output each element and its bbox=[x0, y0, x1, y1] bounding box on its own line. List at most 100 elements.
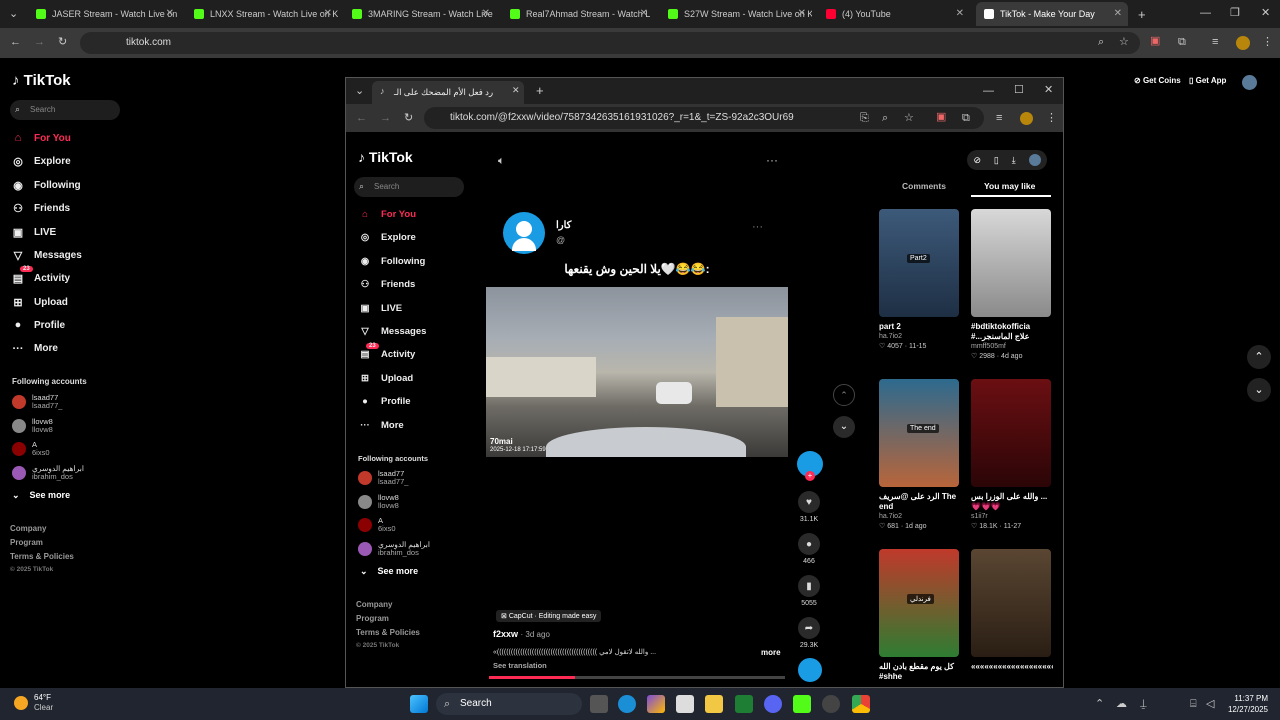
inner-zoom-icon[interactable]: ⌕ bbox=[882, 113, 888, 124]
edge-icon[interactable] bbox=[618, 695, 636, 713]
following-account[interactable]: llovw8 llovw8 bbox=[358, 493, 399, 510]
inner-forward-icon[interactable]: → bbox=[380, 113, 391, 124]
following-account[interactable]: A 6ixs0 bbox=[12, 441, 50, 457]
inner-media-icon[interactable]: ≡ bbox=[996, 113, 1002, 124]
recommended-video-thumb[interactable] bbox=[971, 209, 1051, 317]
tab-comments[interactable]: Comments bbox=[902, 181, 946, 191]
tab-close-icon[interactable]: ✕ bbox=[956, 8, 964, 19]
minimize-icon[interactable]: — bbox=[1200, 8, 1211, 19]
search-input[interactable]: Search bbox=[10, 100, 120, 120]
onedrive-icon[interactable]: ☁︎ bbox=[1116, 699, 1127, 710]
user-avatar[interactable] bbox=[1242, 75, 1257, 90]
nav-item-for-you[interactable]: ⌂ For You bbox=[358, 209, 416, 220]
capcut-badge[interactable]: ⊠ CapCut · Editing made easy bbox=[496, 610, 602, 622]
save-button[interactable]: ▮ 5055 bbox=[796, 575, 822, 607]
browser-tab[interactable]: S27W Stream - Watch Live on K ✕ bbox=[660, 2, 812, 26]
taskbar-search[interactable]: Search bbox=[436, 693, 582, 715]
nav-item-activity[interactable]: ▤ Activity 23 bbox=[12, 266, 70, 285]
inner-extension-icon[interactable]: ▣ bbox=[936, 112, 946, 123]
speaker-icon[interactable]: ◁ bbox=[1206, 699, 1214, 710]
browser-tab[interactable]: Real7Ahmad Stream - Watch L ✕ bbox=[502, 2, 654, 26]
more-options-icon[interactable]: ··· bbox=[766, 154, 778, 166]
new-tab-icon[interactable]: + bbox=[1138, 8, 1146, 21]
following-account[interactable]: lsaad77 lsaad77_ bbox=[358, 470, 408, 486]
inner-url-field[interactable]: tiktok.com/@f2xxw/video/7587342635161931… bbox=[424, 107, 984, 129]
tab-close-icon[interactable]: ✕ bbox=[166, 8, 174, 19]
close-window-icon[interactable]: ✕ bbox=[1261, 8, 1270, 19]
recommended-video-thumb[interactable]: فرندلي bbox=[879, 549, 959, 657]
kick-icon[interactable] bbox=[793, 695, 811, 713]
extensions-icon[interactable]: ⧉ bbox=[1178, 37, 1186, 48]
footer-link[interactable]: Company bbox=[10, 524, 46, 533]
nav-item-upload[interactable]: ⊞ Upload bbox=[12, 296, 68, 309]
footer-link[interactable]: Terms & Policies bbox=[10, 552, 74, 561]
nav-item-activity[interactable]: ▤ Activity 23 bbox=[358, 343, 415, 360]
recommended-video-thumb[interactable] bbox=[971, 549, 1051, 657]
inner-see-more-button[interactable]: ⌄ See more bbox=[360, 566, 418, 577]
chrome-icon[interactable] bbox=[852, 695, 870, 713]
tab-close-icon[interactable]: ✕ bbox=[640, 8, 648, 19]
nav-item-upload[interactable]: ⊞ Upload bbox=[358, 373, 413, 384]
download-icon[interactable]: ⤓ bbox=[1012, 155, 1016, 166]
nav-item-messages[interactable]: ▽ Messages bbox=[12, 249, 82, 262]
next-video-button[interactable]: ⌄ bbox=[1247, 378, 1271, 402]
settings-icon[interactable] bbox=[822, 695, 840, 713]
windows-start-icon[interactable] bbox=[410, 695, 428, 713]
recommended-video-meta[interactable]: والله على الوزرا بس ...💗💗💗 s1ii7r ♡ 18.1K … bbox=[971, 492, 1053, 532]
inner-search-input[interactable]: Search bbox=[354, 177, 464, 197]
progress-track[interactable] bbox=[489, 676, 785, 679]
recommended-video-meta[interactable]: كل يوم مقطع بادن الله #shhe bbox=[879, 662, 961, 682]
following-account[interactable]: ابراهيم الدوسري ibrahim_dos bbox=[12, 464, 84, 481]
tab-you-may-like[interactable]: You may like bbox=[984, 181, 1035, 191]
browser-tab[interactable]: TikTok - Make Your Day ✕ bbox=[976, 2, 1128, 26]
inner-close-icon[interactable]: ✕ bbox=[1044, 85, 1053, 96]
recommended-video-thumb[interactable] bbox=[971, 379, 1051, 487]
tab-close-icon[interactable]: ✕ bbox=[324, 8, 332, 19]
zoom-icon[interactable]: ⌕ bbox=[1098, 37, 1104, 48]
recommended-video-meta[interactable]: #bdtiktokofficia #...علاج الماسنجر mmff50… bbox=[971, 322, 1053, 362]
post-username[interactable]: كارا bbox=[556, 220, 571, 231]
copilot-icon[interactable] bbox=[647, 695, 665, 713]
inner-tiktok-logo[interactable]: ♪ TikTok bbox=[358, 149, 413, 165]
see-translation-link[interactable]: See translation bbox=[493, 661, 547, 670]
app-icon[interactable]: ▯ bbox=[994, 155, 999, 166]
nav-item-more[interactable]: ··· More bbox=[358, 420, 403, 431]
get-app-button[interactable]: ▯ Get App bbox=[1189, 76, 1226, 85]
tab-close-icon[interactable]: ✕ bbox=[1114, 8, 1122, 19]
tab-close-icon[interactable]: ✕ bbox=[798, 8, 806, 19]
nav-item-explore[interactable]: ◎ Explore bbox=[12, 155, 71, 168]
recommended-video-meta[interactable]: part 2 ha.7io2 ♡ 4057 · 11-15 bbox=[879, 322, 961, 352]
browser-tab[interactable]: JASER Stream - Watch Live on K ✕ bbox=[28, 2, 180, 26]
nav-item-following[interactable]: ◉ Following bbox=[358, 256, 425, 267]
coins-icon[interactable]: ⊘ bbox=[973, 155, 981, 166]
follow-plus-icon[interactable]: + bbox=[805, 471, 815, 481]
nav-item-for-you[interactable]: ⌂ For You bbox=[12, 132, 71, 144]
nav-item-explore[interactable]: ◎ Explore bbox=[358, 232, 416, 243]
recommended-video-thumb[interactable]: The end bbox=[879, 379, 959, 487]
footer-link[interactable]: Terms & Policies bbox=[356, 628, 420, 637]
scroll-up-button[interactable]: ⌃ bbox=[833, 384, 855, 406]
tab-close-icon[interactable]: ✕ bbox=[482, 8, 490, 19]
extension-icon[interactable]: ▣ bbox=[1150, 36, 1160, 47]
inner-tab-close-icon[interactable]: ✕ bbox=[512, 86, 520, 95]
nav-item-more[interactable]: ··· More bbox=[12, 343, 58, 355]
inner-star-icon[interactable]: ☆ bbox=[904, 113, 914, 124]
task-view-icon[interactable] bbox=[590, 695, 608, 713]
footer-link[interactable]: Program bbox=[356, 614, 389, 623]
video-player[interactable]: 70mai 2025-12-18 17:17:59 bbox=[486, 287, 788, 457]
sound-disc[interactable] bbox=[798, 658, 822, 682]
nav-item-following[interactable]: ◉ Following bbox=[12, 179, 80, 192]
url-field[interactable]: tiktok.com bbox=[80, 32, 1140, 54]
get-coins-button[interactable]: ⊘ Get Coins bbox=[1134, 76, 1181, 85]
tiktok-logo[interactable]: ♪ TikTok bbox=[12, 72, 71, 89]
inner-tab-active[interactable]: رد فعل الأم المضحك على الـ bbox=[372, 81, 524, 104]
profile-avatar[interactable] bbox=[1236, 36, 1250, 50]
post-avatar[interactable] bbox=[503, 212, 545, 254]
nav-item-friends[interactable]: ⚇ Friends bbox=[358, 279, 416, 290]
nav-item-profile[interactable]: ● Profile bbox=[12, 319, 65, 331]
inner-back-icon[interactable]: ← bbox=[356, 113, 367, 124]
following-account[interactable]: A 6ixs0 bbox=[358, 517, 396, 533]
nav-item-messages[interactable]: ▽ Messages bbox=[358, 326, 426, 337]
inner-tab-search-icon[interactable]: ⌄ bbox=[355, 86, 364, 97]
weather-widget[interactable]: 64°F Clear bbox=[34, 693, 53, 713]
